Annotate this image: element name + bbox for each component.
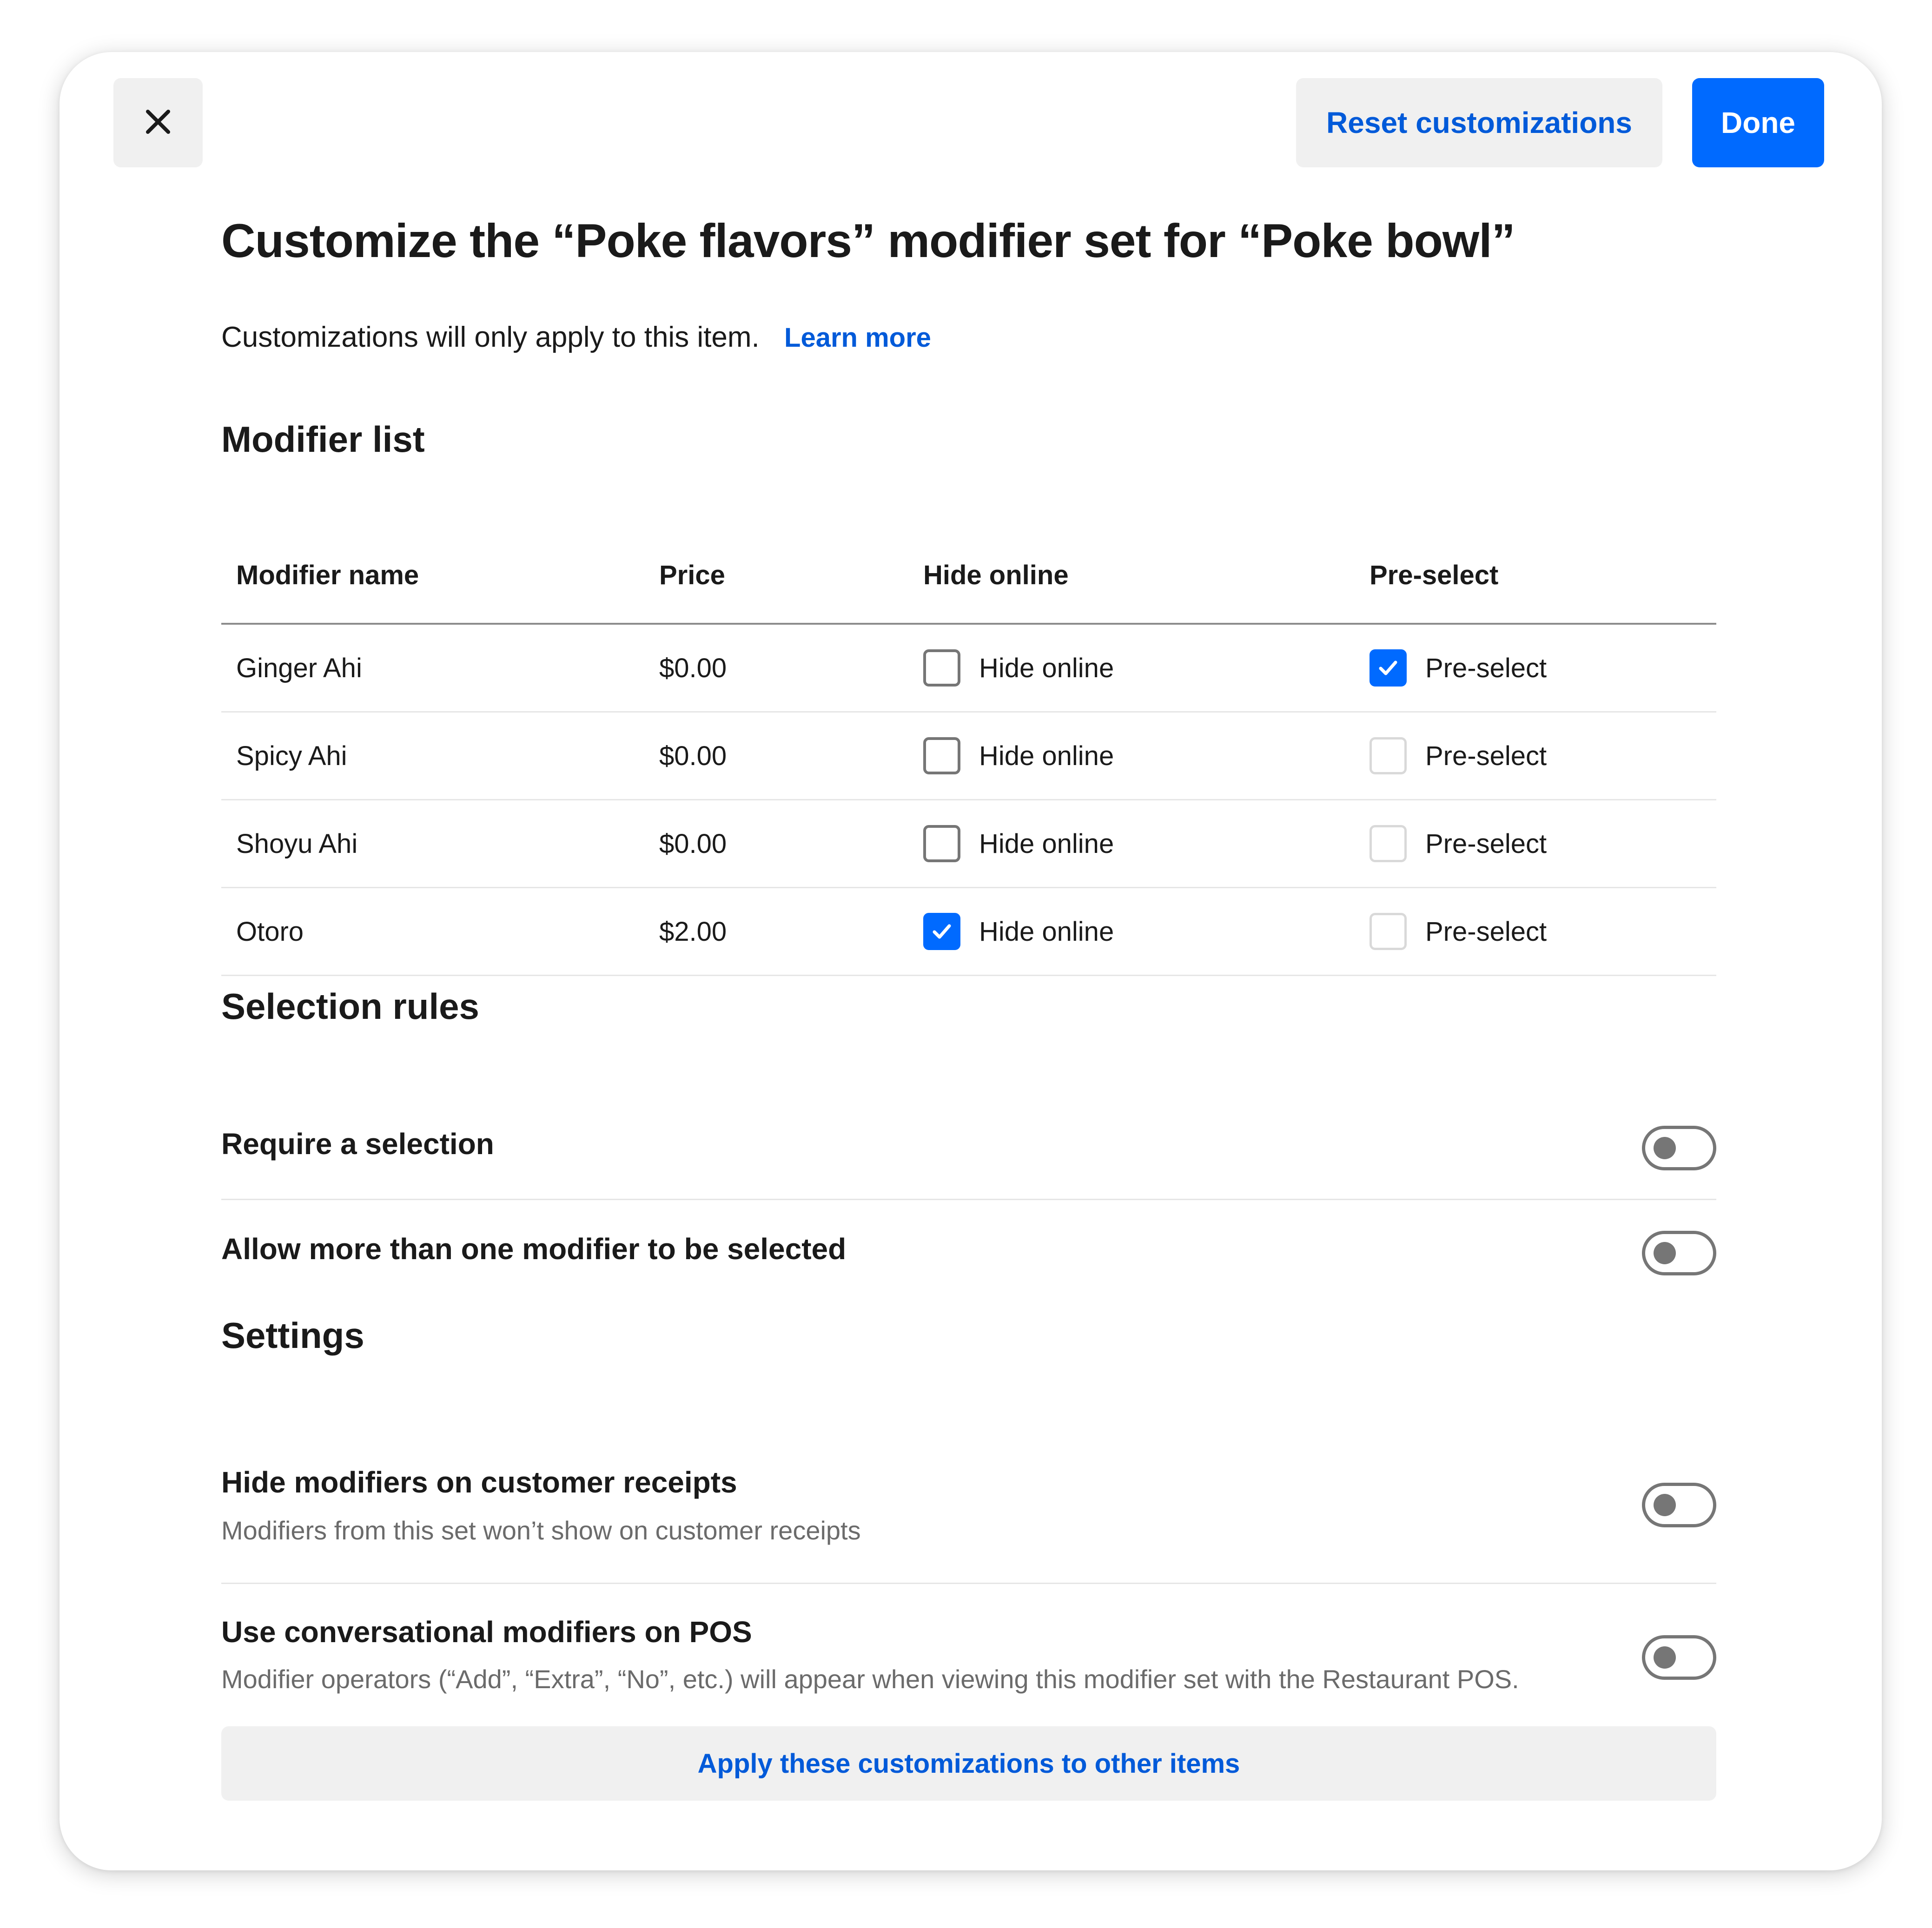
modifier-price: $2.00 [659,916,727,947]
hide-modifiers-receipts-toggle[interactable] [1642,1483,1716,1527]
hide-online-checkbox[interactable] [923,737,960,774]
require-selection-row: Require a selection [221,1095,1716,1200]
toggle-knob [1654,1137,1676,1159]
page-title: Customize the “Poke flavors” modifier se… [221,214,1515,267]
table-header: Modifier name Price Hide online Pre-sele… [221,517,1716,625]
column-header-price: Price [659,560,725,590]
toggle-knob [1654,1242,1676,1264]
allow-multiple-label: Allow more than one modifier to be selec… [221,1232,847,1266]
checkmark-icon [1379,660,1397,675]
customize-modifier-dialog: Reset customizations Done Customize the … [60,52,1882,1870]
settings-heading: Settings [221,1315,364,1356]
hide-modifiers-receipts-row: Hide modifiers on customer receipts Modi… [221,1427,1716,1584]
pre-select-checkbox[interactable] [1370,913,1407,950]
modifier-table: Modifier name Price Hide online Pre-sele… [221,517,1716,976]
checkmark-icon [933,924,951,939]
table-row: Shoyu Ahi $0.00 Hide online Pre-select [221,800,1716,888]
pre-select-checkbox-field[interactable]: Pre-select [1370,888,1547,975]
hide-online-checkbox-field[interactable]: Hide online [923,888,1114,975]
hide-online-label: Hide online [979,916,1114,947]
hide-online-label: Hide online [979,653,1114,683]
table-row: Ginger Ahi $0.00 Hide online Pre-select [221,625,1716,713]
column-header-name: Modifier name [236,560,419,590]
modifier-price: $0.00 [659,653,727,683]
conversational-modifiers-label: Use conversational modifiers on POS [221,1615,752,1649]
reset-customizations-button[interactable]: Reset customizations [1296,78,1662,167]
hide-online-checkbox-field[interactable]: Hide online [923,800,1114,887]
require-selection-toggle[interactable] [1642,1126,1716,1170]
modifier-name: Ginger Ahi [236,653,362,683]
allow-multiple-row: Allow more than one modifier to be selec… [221,1200,1716,1305]
hide-online-checkbox[interactable] [923,825,960,862]
hide-modifiers-receipts-label: Hide modifiers on customer receipts [221,1466,737,1499]
hide-online-label: Hide online [979,740,1114,771]
modifier-name: Shoyu Ahi [236,828,358,859]
require-selection-label: Require a selection [221,1127,494,1161]
hide-modifiers-receipts-description: Modifiers from this set won’t show on cu… [221,1516,861,1545]
pre-select-checkbox-field[interactable]: Pre-select [1370,625,1547,711]
done-button[interactable]: Done [1692,78,1824,167]
hide-online-checkbox[interactable] [923,913,960,950]
pre-select-checkbox[interactable] [1370,825,1407,862]
hide-online-label: Hide online [979,828,1114,859]
pre-select-checkbox[interactable] [1370,649,1407,687]
selection-rules-heading: Selection rules [221,986,479,1027]
pre-select-checkbox-field[interactable]: Pre-select [1370,800,1547,887]
pre-select-label: Pre-select [1425,828,1547,859]
column-header-hide-online: Hide online [923,560,1069,590]
modifier-list-heading: Modifier list [221,419,425,460]
close-button[interactable] [113,78,203,167]
hide-online-checkbox[interactable] [923,649,960,687]
conversational-modifiers-description: Modifier operators (“Add”, “Extra”, “No”… [221,1664,1519,1694]
conversational-modifiers-row: Use conversational modifiers on POS Modi… [221,1584,1716,1705]
pre-select-label: Pre-select [1425,916,1547,947]
allow-multiple-toggle[interactable] [1642,1231,1716,1275]
modifier-name: Otoro [236,916,304,947]
pre-select-checkbox-field[interactable]: Pre-select [1370,713,1547,799]
subtitle-text: Customizations will only apply to this i… [221,321,760,353]
modifier-name: Spicy Ahi [236,740,347,771]
hide-online-checkbox-field[interactable]: Hide online [923,713,1114,799]
pre-select-checkbox[interactable] [1370,737,1407,774]
pre-select-label: Pre-select [1425,653,1547,683]
table-row: Otoro $2.00 Hide online Pre-select [221,888,1716,976]
conversational-modifiers-toggle[interactable] [1642,1635,1716,1680]
pre-select-label: Pre-select [1425,740,1547,771]
learn-more-link[interactable]: Learn more [784,323,931,353]
close-icon [143,107,173,139]
toggle-knob [1654,1494,1676,1516]
modifier-price: $0.00 [659,740,727,771]
modifier-price: $0.00 [659,828,727,859]
table-row: Spicy Ahi $0.00 Hide online Pre-select [221,713,1716,800]
toggle-knob [1654,1646,1676,1669]
hide-online-checkbox-field[interactable]: Hide online [923,625,1114,711]
subtitle: Customizations will only apply to this i… [221,321,931,354]
column-header-pre-select: Pre-select [1370,560,1499,590]
apply-to-other-items-button[interactable]: Apply these customizations to other item… [221,1726,1716,1801]
